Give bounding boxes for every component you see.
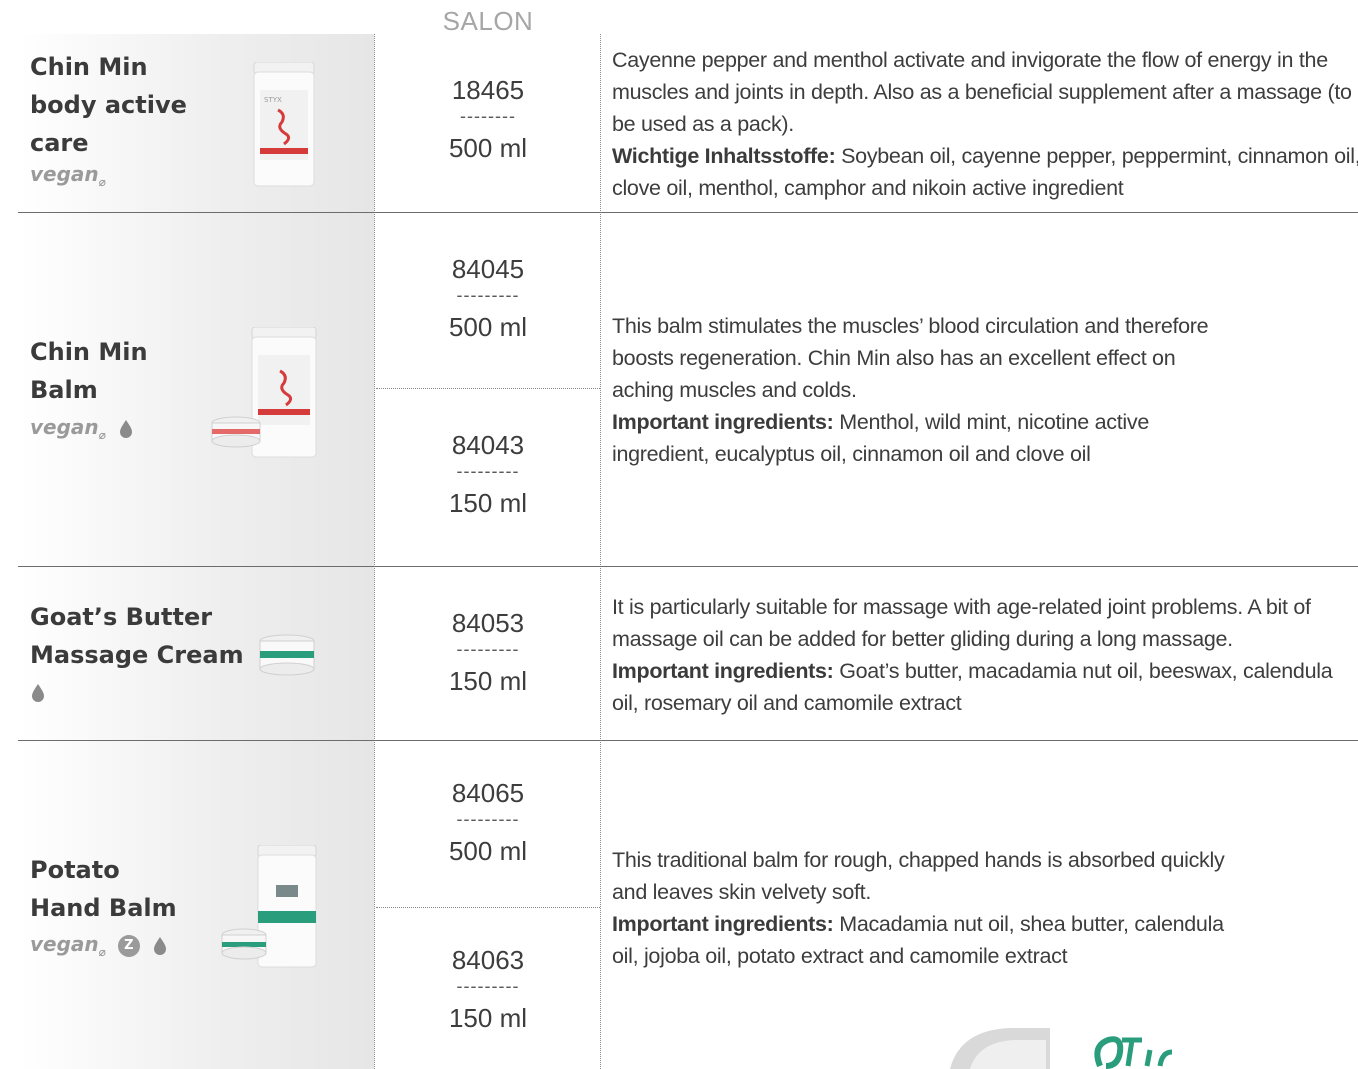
variant-code-cell: 84045 --------- 500 ml [376, 253, 600, 343]
description-text: Cayenne pepper and menthol activate and … [612, 48, 1352, 136]
product-description: This traditional balm for rough, chapped… [612, 844, 1232, 972]
variant-code-cell: 84053 --------- 150 ml [376, 607, 600, 697]
package-size: 500 ml [448, 836, 528, 866]
variant-code-cell: 84043 --------- 150 ml [376, 429, 600, 519]
product-name-line: Potato [30, 856, 120, 884]
dash-separator: --------- [456, 461, 520, 481]
vegan-label: vegan⌀ [30, 415, 106, 442]
drop-icon [119, 419, 132, 438]
variant-code-cell: 18465 -------- 500 ml [376, 74, 600, 164]
product-row-chin-min-balm: Chin Min Balm vegan⌀ 84045 --------- 500… [18, 213, 1358, 566]
vegan-label: vegan⌀ [30, 162, 106, 189]
dash-separator: -------- [460, 106, 516, 126]
ingredients-label: Important ingredients: [612, 659, 834, 683]
package-size: 150 ml [448, 1003, 528, 1033]
product-jar-image [221, 845, 317, 968]
ingredients-label: Wichtige Inhaltsstoffe: [612, 144, 836, 168]
product-badges: vegan⌀ Z [30, 932, 168, 959]
product-jar-image: STYX [253, 62, 315, 187]
dash-separator: --------- [456, 285, 520, 305]
variant-separator [376, 388, 600, 389]
product-jar-image [211, 327, 317, 458]
package-size: 500 ml [448, 312, 528, 342]
variant-code-cell: 84063 --------- 150 ml [376, 944, 600, 1034]
product-badges: vegan⌀ [30, 162, 106, 189]
article-number: 84043 [451, 430, 525, 460]
product-name-line: care [30, 129, 89, 157]
product-description: Cayenne pepper and menthol activate and … [612, 44, 1358, 204]
ingredients-label: Important ingredients: [612, 912, 834, 936]
product-name: Potato Hand Balm [30, 851, 177, 927]
package-size: 500 ml [448, 133, 528, 163]
description-text: This balm stimulates the muscles’ blood … [612, 314, 1209, 402]
dash-separator: --------- [456, 809, 520, 829]
product-name-line: Chin Min [30, 338, 148, 366]
vegan-label: vegan⌀ [30, 932, 106, 959]
product-jar-image [259, 634, 315, 676]
tip-logo-fragment-icon [950, 1028, 1173, 1069]
product-name-line: Balm [30, 376, 98, 404]
article-number: 84063 [451, 945, 525, 975]
product-name-line: Hand Balm [30, 894, 177, 922]
dash-separator: --------- [456, 976, 520, 996]
product-badges [30, 683, 46, 703]
article-number: 84065 [451, 778, 525, 808]
product-description: This balm stimulates the muscles’ blood … [612, 310, 1232, 470]
product-name-line: body active [30, 91, 187, 119]
product-name: Chin Min body active care [30, 48, 187, 162]
article-number: 84045 [451, 254, 525, 284]
variant-code-cell: 84065 --------- 500 ml [376, 777, 600, 867]
description-text: It is particularly suitable for massage … [612, 595, 1311, 651]
dash-separator: --------- [456, 639, 520, 659]
product-badges: vegan⌀ [30, 415, 134, 442]
drop-icon [153, 936, 166, 955]
z-badge-icon: Z [117, 934, 140, 957]
description-text: This traditional balm for rough, chapped… [612, 848, 1225, 904]
package-size: 150 ml [448, 488, 528, 518]
product-name: Chin Min Balm [30, 333, 148, 409]
svg-text:STYX: STYX [264, 96, 282, 104]
article-number: 18465 [451, 75, 525, 105]
product-row-goats-butter-massage-cream: Goat’s Butter Massage Cream 84053 ------… [18, 567, 1358, 740]
product-description: It is particularly suitable for massage … [612, 591, 1358, 719]
product-name-line: Goat’s Butter [30, 603, 213, 631]
ingredients-label: Important ingredients: [612, 410, 834, 434]
variant-separator [376, 907, 600, 908]
product-name-line: Massage Cream [30, 641, 244, 669]
column-header-salon: SALON [442, 6, 534, 36]
article-number: 84053 [451, 608, 525, 638]
product-catalog-page: SALON Chin Min body active care vegan⌀ S… [0, 0, 1358, 1069]
drop-icon [32, 684, 44, 702]
product-name-line: Chin Min [30, 53, 148, 81]
package-size: 150 ml [448, 666, 528, 696]
product-name: Goat’s Butter Massage Cream [30, 598, 244, 674]
product-row-chin-min-body-active-care: Chin Min body active care vegan⌀ STYX 18… [18, 34, 1358, 212]
